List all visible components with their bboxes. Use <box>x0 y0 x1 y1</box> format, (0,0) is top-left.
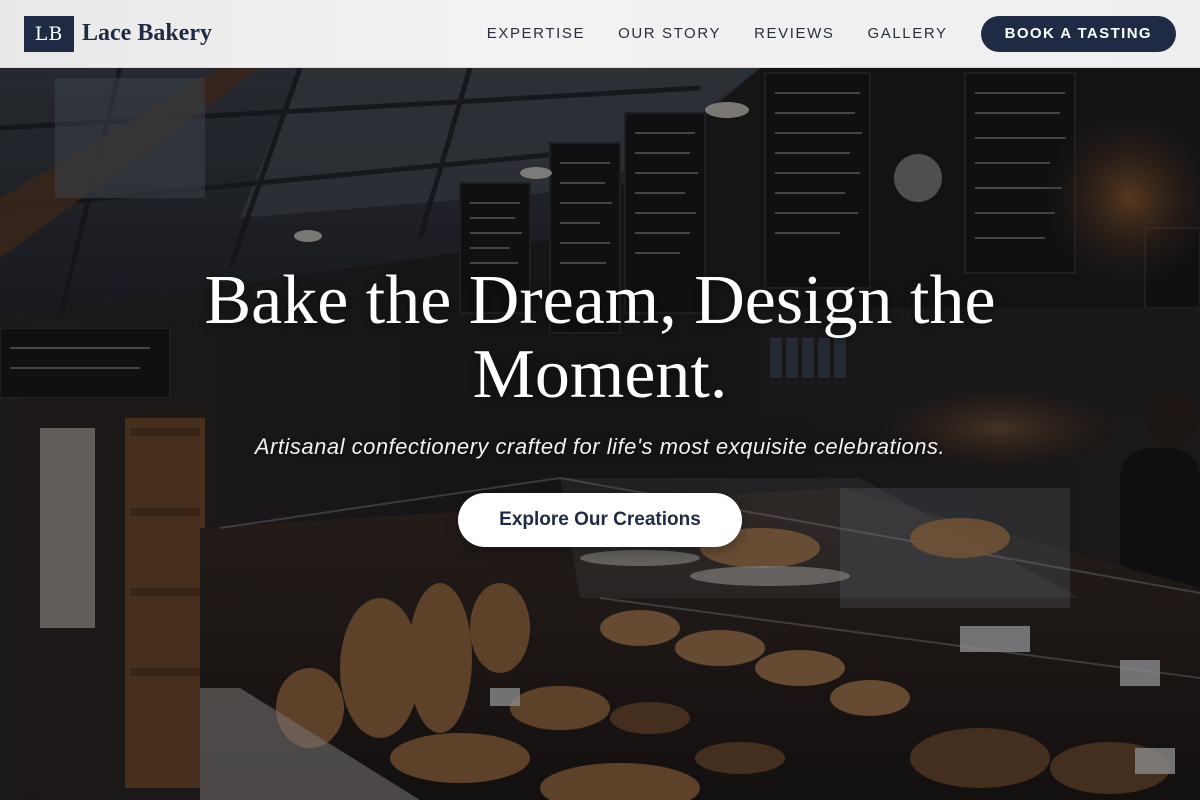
hero-content: Bake the Dream, Design the Moment. Artis… <box>0 68 1200 800</box>
explore-creations-button[interactable]: Explore Our Creations <box>458 493 742 547</box>
logo-mark: LB <box>24 15 74 52</box>
nav-link-gallery[interactable]: GALLERY <box>867 25 947 42</box>
main-nav: EXPERTISE OUR STORY REVIEWS GALLERY BOOK… <box>487 15 1176 52</box>
brand-logo[interactable]: LB Lace Bakery <box>24 15 212 52</box>
book-tasting-button[interactable]: BOOK A TASTING <box>980 15 1176 52</box>
nav-link-reviews[interactable]: REVIEWS <box>754 25 834 42</box>
hero-headline: Bake the Dream, Design the Moment. <box>204 262 996 413</box>
hero-section: Bake the Dream, Design the Moment. Artis… <box>0 68 1200 800</box>
nav-link-expertise[interactable]: EXPERTISE <box>487 25 585 42</box>
hero-subheadline: Artisanal confectionery crafted for life… <box>254 434 946 459</box>
nav-link-our-story[interactable]: OUR STORY <box>618 25 721 42</box>
brand-name: Lace Bakery <box>82 20 212 46</box>
site-header: LB Lace Bakery EXPERTISE OUR STORY REVIE… <box>0 0 1200 68</box>
